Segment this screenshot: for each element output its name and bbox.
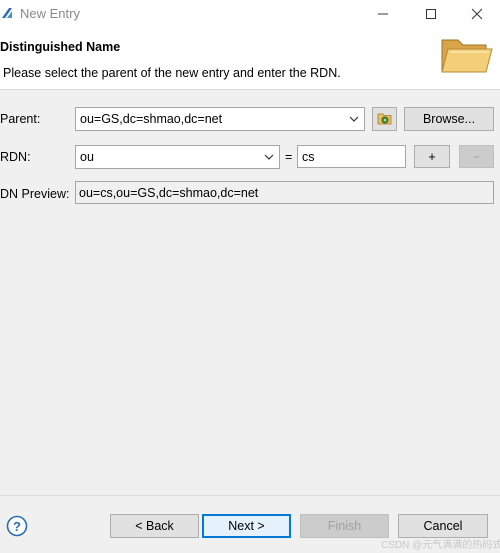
rdn-attribute-combo[interactable]: ou (75, 145, 280, 169)
minimize-button[interactable] (360, 0, 406, 28)
watermark: CSDN @元气满满的热码式 (381, 540, 500, 551)
parent-label: Parent: (0, 112, 41, 126)
footer-divider (0, 495, 500, 496)
rdn-label: RDN: (0, 150, 31, 164)
maximize-icon (426, 9, 436, 19)
maximize-button[interactable] (408, 0, 454, 28)
entry-tree-button[interactable] (372, 107, 397, 131)
title-bar: New Entry (0, 0, 500, 28)
wizard-header: Distinguished Name Please select the par… (0, 28, 500, 90)
parent-combo[interactable]: ou=GS,dc=shmao,dc=net (75, 107, 365, 131)
help-icon[interactable]: ? (6, 515, 28, 537)
minimize-icon (378, 13, 388, 15)
finish-button[interactable]: Finish (300, 514, 389, 538)
back-button[interactable]: < Back (110, 514, 199, 538)
browse-button[interactable]: Browse... (404, 107, 494, 131)
dn-preview-field: ou=cs,ou=GS,dc=shmao,dc=net (75, 181, 494, 204)
remove-rdn-button[interactable]: − (459, 145, 494, 168)
dn-preview-value: ou=cs,ou=GS,dc=shmao,dc=net (79, 186, 259, 200)
add-rdn-button[interactable]: + (414, 145, 450, 168)
rdn-value-input[interactable] (297, 145, 406, 168)
page-description: Please select the parent of the new entr… (3, 66, 341, 80)
window-title: New Entry (20, 6, 80, 21)
equals-sign: = (285, 150, 293, 164)
svg-text:?: ? (13, 519, 21, 534)
close-button[interactable] (454, 0, 500, 28)
cancel-button[interactable]: Cancel (398, 514, 488, 538)
parent-value: ou=GS,dc=shmao,dc=net (80, 112, 223, 126)
page-title: Distinguished Name (0, 40, 121, 54)
folder-icon (441, 39, 493, 73)
chevron-down-icon[interactable] (348, 113, 360, 125)
next-button[interactable]: Next > (202, 514, 291, 538)
dn-preview-label: DN Preview: (0, 187, 70, 201)
rdn-attribute-value: ou (80, 150, 94, 164)
chevron-down-icon[interactable] (263, 151, 275, 163)
app-icon (0, 6, 14, 20)
ldap-tree-icon (377, 113, 392, 125)
close-icon (471, 8, 483, 20)
